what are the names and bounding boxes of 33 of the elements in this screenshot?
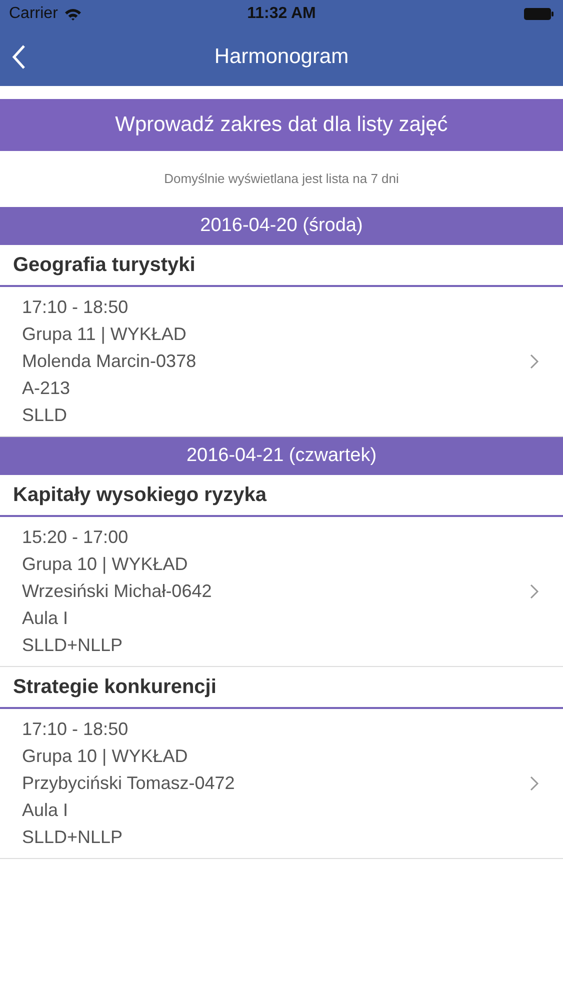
date-header: 2016-04-20 (środa) xyxy=(0,207,563,245)
nav-title: Harmonogram xyxy=(214,44,349,70)
status-time: 11:32 AM xyxy=(247,4,316,24)
class-detail: SLLD xyxy=(22,404,68,427)
chevron-icon xyxy=(530,354,539,369)
date-header: 2016-04-21 (czwartek) xyxy=(0,437,563,475)
course-title: Geografia turystyki xyxy=(0,245,563,287)
class-entry[interactable]: 17:10 - 18:50 Grupa 10 | WYKŁAD Przybyciński Tomasz-0472 Aula I SLLD+NLLP xyxy=(0,709,563,859)
chevron-icon xyxy=(530,584,539,599)
class-entry[interactable]: 15:20 - 17:00 Grupa 10 | WYKŁAD Wrzesiński Michał-0642 Aula I SLLD+NLLP xyxy=(0,517,563,667)
class-detail: Grupa 10 | WYKŁAD xyxy=(22,553,189,576)
course-title: Kapitały wysokiego ryzyka xyxy=(0,475,563,517)
class-detail: Grupa 10 | WYKŁAD xyxy=(22,745,189,768)
default-range-note: Domyślnie wyświetlana jest lista na 7 dni xyxy=(164,170,399,188)
class-detail: Molenda Marcin-0378 xyxy=(22,350,198,373)
back-icon xyxy=(12,44,26,70)
class-detail: Grupa 11 | WYKŁAD xyxy=(22,323,188,346)
course-title: Strategie konkurencji xyxy=(0,667,563,709)
battery-icon xyxy=(524,8,554,20)
carrier-label: Carrier xyxy=(9,4,58,24)
class-detail: SLLD+NLLP xyxy=(22,634,124,657)
class-detail: SLLD+NLLP xyxy=(22,826,124,849)
class-detail: Wrzesiński Michał-0642 xyxy=(22,580,213,603)
chevron-icon xyxy=(530,776,539,791)
class-detail: Aula I xyxy=(22,799,70,822)
wifi-icon xyxy=(64,8,82,20)
date-range-button[interactable]: Wprowadź zakres dat dla listy zajęć xyxy=(0,99,563,151)
class-detail: Przybyciński Tomasz-0472 xyxy=(22,772,236,795)
class-detail: 15:20 - 17:00 xyxy=(22,526,130,549)
class-detail: A-213 xyxy=(22,377,72,400)
class-detail: Aula I xyxy=(22,607,70,630)
class-detail: 17:10 - 18:50 xyxy=(22,296,130,319)
class-detail: 17:10 - 18:50 xyxy=(22,718,130,741)
